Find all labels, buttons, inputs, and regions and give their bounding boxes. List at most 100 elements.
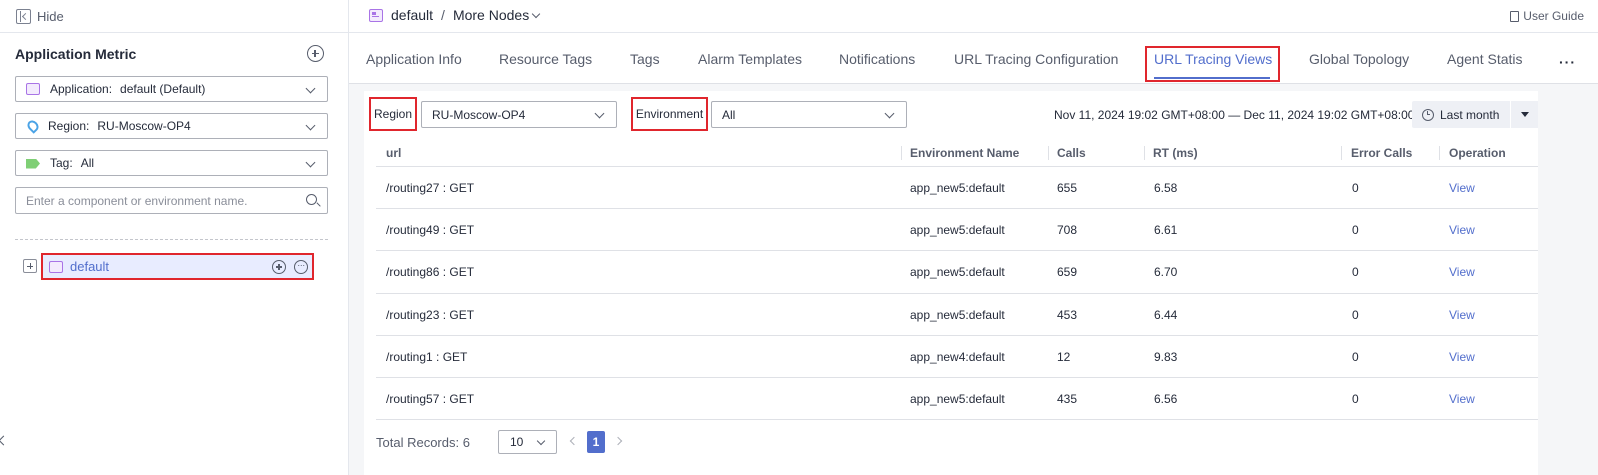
add-node-icon[interactable] <box>272 260 286 274</box>
tab-tags[interactable]: Tags <box>630 51 660 67</box>
time-period-dropdown[interactable] <box>1510 101 1538 128</box>
add-application-button[interactable] <box>307 45 324 62</box>
region-select-value: RU-Moscow-OP4 <box>97 119 191 133</box>
environment-filter-value: All <box>722 107 736 122</box>
tag-select[interactable]: Tag: All <box>15 150 328 176</box>
view-link[interactable]: View <box>1449 223 1475 237</box>
column-header-environment-name: Environment Name <box>910 146 1020 160</box>
hide-label: Hide <box>37 9 64 24</box>
application-icon <box>26 83 40 95</box>
breadcrumb-root[interactable]: default <box>391 7 433 23</box>
application-icon <box>369 8 383 22</box>
column-separator <box>1439 146 1440 160</box>
tag-select-value: All <box>80 156 95 170</box>
tag-icon <box>26 158 40 169</box>
tab-global-topology[interactable]: Global Topology <box>1309 51 1409 67</box>
cell-environment-name: app_new5:default <box>910 265 1005 280</box>
view-link[interactable]: View <box>1449 181 1475 195</box>
more-options-icon[interactable]: ··· <box>294 260 308 274</box>
environment-filter-label: Environment <box>631 97 708 131</box>
chevron-down-icon <box>531 9 541 19</box>
cell-calls: 435 <box>1057 391 1078 406</box>
page-button-current[interactable]: 1 <box>587 431 605 453</box>
cell-environment-name: app_new5:default <box>910 307 1005 322</box>
tree-node-default[interactable]: default ··· <box>41 253 314 280</box>
application-select[interactable]: Application: default (Default) <box>15 76 328 102</box>
document-icon <box>1510 10 1520 22</box>
column-separator <box>1048 146 1049 160</box>
tab-url-tracing-configuration[interactable]: URL Tracing Configuration <box>954 51 1118 67</box>
environment-filter-select[interactable]: All <box>711 101 907 128</box>
region-select[interactable]: Region: RU-Moscow-OP4 <box>15 113 328 139</box>
more-tabs-icon[interactable]: ··· <box>1559 54 1576 70</box>
cell-rt: 9.83 <box>1154 349 1178 364</box>
cell-rt: 6.56 <box>1154 391 1178 406</box>
cell-rt: 6.58 <box>1154 181 1178 195</box>
tab-alarm-templates[interactable]: Alarm Templates <box>698 51 802 67</box>
column-separator <box>1341 146 1342 160</box>
total-records: Total Records: 6 <box>376 435 470 450</box>
tab-notifications[interactable]: Notifications <box>839 51 915 67</box>
cell-calls: 453 <box>1057 307 1078 322</box>
chevron-down-icon <box>536 436 546 446</box>
tree-node-label: default <box>70 259 110 274</box>
view-link[interactable]: View <box>1449 392 1475 406</box>
column-separator <box>901 146 902 160</box>
cell-environment-name: app_new5:default <box>910 391 1005 406</box>
time-period-label: Last month <box>1440 107 1500 122</box>
chevron-down-icon <box>305 157 316 168</box>
table-row: /routing57 : GET app_new5:default 435 6.56 0… <box>376 377 1538 421</box>
cell-calls: 659 <box>1057 265 1078 280</box>
region-filter-select[interactable]: RU-Moscow-OP4 <box>421 101 617 128</box>
application-select-value: default (Default) <box>120 82 206 96</box>
view-link[interactable]: View <box>1449 308 1475 322</box>
time-period-button[interactable]: Last month <box>1412 101 1510 128</box>
url-tracing-table: url Environment Name Calls RT (ms) Error… <box>376 139 1538 421</box>
column-header-url: url <box>386 146 402 160</box>
cell-calls: 12 <box>1057 349 1071 364</box>
tree-expand-button[interactable] <box>23 259 37 273</box>
cell-rt: 6.61 <box>1154 223 1178 238</box>
page-size-select[interactable]: 10 <box>498 430 557 454</box>
view-link[interactable]: View <box>1449 265 1475 279</box>
cell-calls: 708 <box>1057 223 1078 238</box>
region-filter-value: RU-Moscow-OP4 <box>432 107 526 122</box>
sidebar-collapse-icon <box>16 9 31 24</box>
cell-environment-name: app_new5:default <box>910 181 1005 195</box>
chevron-down-icon <box>594 108 605 119</box>
chevron-down-icon <box>884 108 895 119</box>
tab-agent-statistics[interactable]: Agent Statis <box>1447 51 1523 67</box>
tag-select-label: Tag: <box>50 156 73 170</box>
cell-calls: 655 <box>1057 181 1078 195</box>
view-link[interactable]: View <box>1449 350 1475 364</box>
cell-url: /routing27 : GET <box>386 181 475 195</box>
tab-bar: Application Info Resource Tags Tags Alar… <box>349 34 1598 84</box>
component-search-input[interactable] <box>26 193 296 208</box>
top-bar: Hide default / More Nodes User Guide <box>0 0 1598 33</box>
cell-environment-name: app_new5:default <box>910 223 1005 238</box>
active-tab-highlight <box>1145 46 1280 82</box>
table-body: /routing27 : GET app_new5:default 655 6.58 0… <box>376 167 1538 421</box>
breadcrumb: default / More Nodes <box>369 7 541 23</box>
column-separator <box>1144 146 1145 160</box>
tab-resource-tags[interactable]: Resource Tags <box>499 51 592 67</box>
cell-rt: 6.70 <box>1154 265 1178 280</box>
collapse-sidebar-icon[interactable] <box>0 435 9 446</box>
cell-url: /routing1 : GET <box>386 349 468 364</box>
table-row: /routing23 : GET app_new5:default 453 6.44 0… <box>376 293 1538 336</box>
column-header-rt: RT (ms) <box>1153 146 1198 160</box>
breadcrumb-current: More Nodes <box>452 7 530 23</box>
breadcrumb-more-nodes[interactable]: More Nodes <box>452 7 541 23</box>
column-header-error-calls: Error Calls <box>1351 146 1413 160</box>
tab-application-info[interactable]: Application Info <box>366 51 462 67</box>
user-guide-link[interactable]: User Guide <box>1510 9 1584 23</box>
hide-sidebar-button[interactable]: Hide <box>16 8 64 25</box>
breadcrumb-separator: / <box>441 7 445 23</box>
cell-url: /routing23 : GET <box>386 307 475 322</box>
column-header-operation: Operation <box>1449 146 1506 160</box>
search-icon[interactable] <box>306 194 317 205</box>
table-row: /routing27 : GET app_new5:default 655 6.58 0… <box>376 167 1538 210</box>
date-range: Nov 11, 2024 19:02 GMT+08:00 — Dec 11, 2… <box>1054 108 1415 122</box>
cell-environment-name: app_new4:default <box>910 349 1005 364</box>
cell-url: /routing49 : GET <box>386 223 475 238</box>
